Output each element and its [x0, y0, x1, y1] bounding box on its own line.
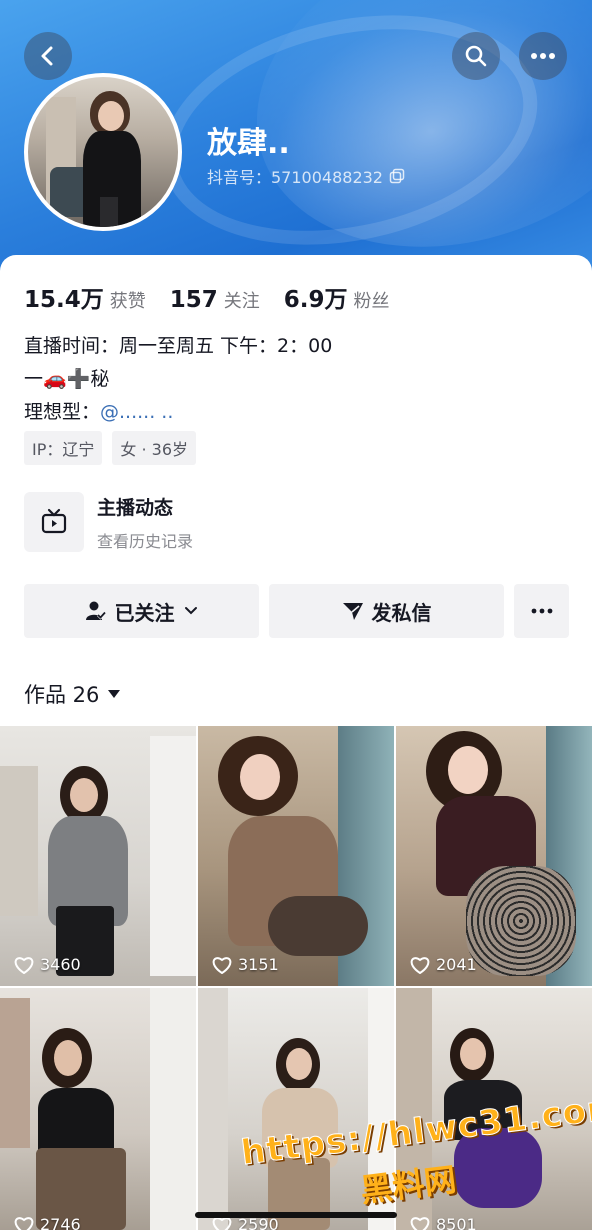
following-button-label: 已关注: [114, 600, 175, 625]
more-dots-icon: [531, 608, 552, 614]
heart-icon: [212, 956, 232, 974]
live-entry-title: 主播动态: [97, 496, 174, 519]
stat-followers-value: 6.9万: [283, 287, 348, 313]
stat-likes[interactable]: 15.4万 获赞: [24, 280, 146, 314]
video-likes-count: 2041: [436, 955, 477, 974]
works-tab[interactable]: 作品 26: [24, 679, 121, 709]
caret-down-icon: [108, 690, 121, 698]
avatar[interactable]: [24, 73, 182, 231]
stat-following-label: 关注: [223, 291, 260, 312]
video-thumbnail[interactable]: 3151: [198, 726, 394, 986]
message-button-label: 发私信: [371, 600, 432, 625]
message-button[interactable]: 发私信: [269, 584, 504, 638]
stat-likes-label: 获赞: [109, 291, 146, 312]
back-button[interactable]: [24, 32, 72, 80]
bio-line-3: 理想型：@...... ..: [24, 396, 332, 429]
tag-ip-location: IP：辽宁: [24, 431, 103, 465]
video-likes: 2041: [410, 955, 477, 974]
username: 放肆..: [207, 126, 290, 161]
stat-following-value: 157: [169, 287, 218, 313]
video-likes: 2746: [14, 1215, 81, 1230]
bio: 直播时间：周一至周五 下午：2：00 一🚗➕秘 理想型：@...... ..: [24, 330, 332, 429]
video-likes: 3151: [212, 955, 279, 974]
works-label: 作品 26: [24, 683, 100, 707]
stats-row: 15.4万 获赞 157 关注 6.9万 粉丝: [24, 280, 414, 314]
douyin-id-text: 抖音号：57100488232: [207, 168, 383, 187]
video-thumbnail[interactable]: 3460: [0, 726, 196, 986]
video-likes: 8501: [410, 1215, 477, 1230]
tv-icon: [41, 508, 67, 534]
tag-gender-age: 女 · 36岁: [112, 431, 196, 465]
stat-following[interactable]: 157 关注: [170, 287, 260, 313]
stat-followers-label: 粉丝: [353, 291, 390, 312]
heart-icon: [14, 1216, 34, 1230]
chevron-down-icon: [184, 607, 197, 615]
following-button[interactable]: 已关注: [24, 584, 259, 638]
live-entry-subtitle: 查看历史记录: [97, 531, 194, 551]
user-check-icon: [85, 601, 106, 620]
more-button[interactable]: [519, 32, 567, 80]
bio-line-1: 直播时间：周一至周五 下午：2：00: [24, 335, 333, 357]
video-thumbnail[interactable]: 2746: [0, 988, 196, 1230]
video-likes-count: 8501: [436, 1215, 477, 1230]
stat-followers[interactable]: 6.9万 粉丝: [284, 280, 390, 314]
live-icon-box: [24, 492, 84, 552]
video-likes-count: 3151: [238, 955, 279, 974]
search-icon: [465, 45, 487, 67]
more-dots-icon: [531, 53, 555, 59]
video-likes-count: 3460: [40, 955, 81, 974]
action-buttons: 已关注 发私信: [24, 584, 569, 638]
chevron-left-icon: [41, 46, 53, 66]
douyin-id[interactable]: 抖音号：57100488232: [207, 164, 405, 188]
video-likes-count: 2746: [40, 1215, 81, 1230]
bio-line-2: 一🚗➕秘: [24, 368, 110, 390]
copy-icon[interactable]: [389, 168, 405, 184]
home-indicator: [195, 1212, 397, 1218]
video-thumbnail[interactable]: 2041: [396, 726, 592, 986]
send-icon: [342, 603, 363, 620]
live-history-entry[interactable]: 主播动态 查看历史记录: [24, 492, 193, 552]
heart-icon: [14, 956, 34, 974]
profile-tags: IP：辽宁 女 · 36岁: [24, 431, 196, 465]
video-likes: 3460: [14, 955, 81, 974]
more-actions-button[interactable]: [514, 584, 569, 638]
stat-likes-value: 15.4万: [24, 287, 104, 313]
search-button[interactable]: [452, 32, 500, 80]
heart-icon: [410, 1216, 430, 1230]
bio-mention-link[interactable]: @...... ..: [100, 401, 173, 423]
bio-line-3-prefix: 理想型：: [24, 401, 101, 423]
heart-icon: [410, 956, 430, 974]
